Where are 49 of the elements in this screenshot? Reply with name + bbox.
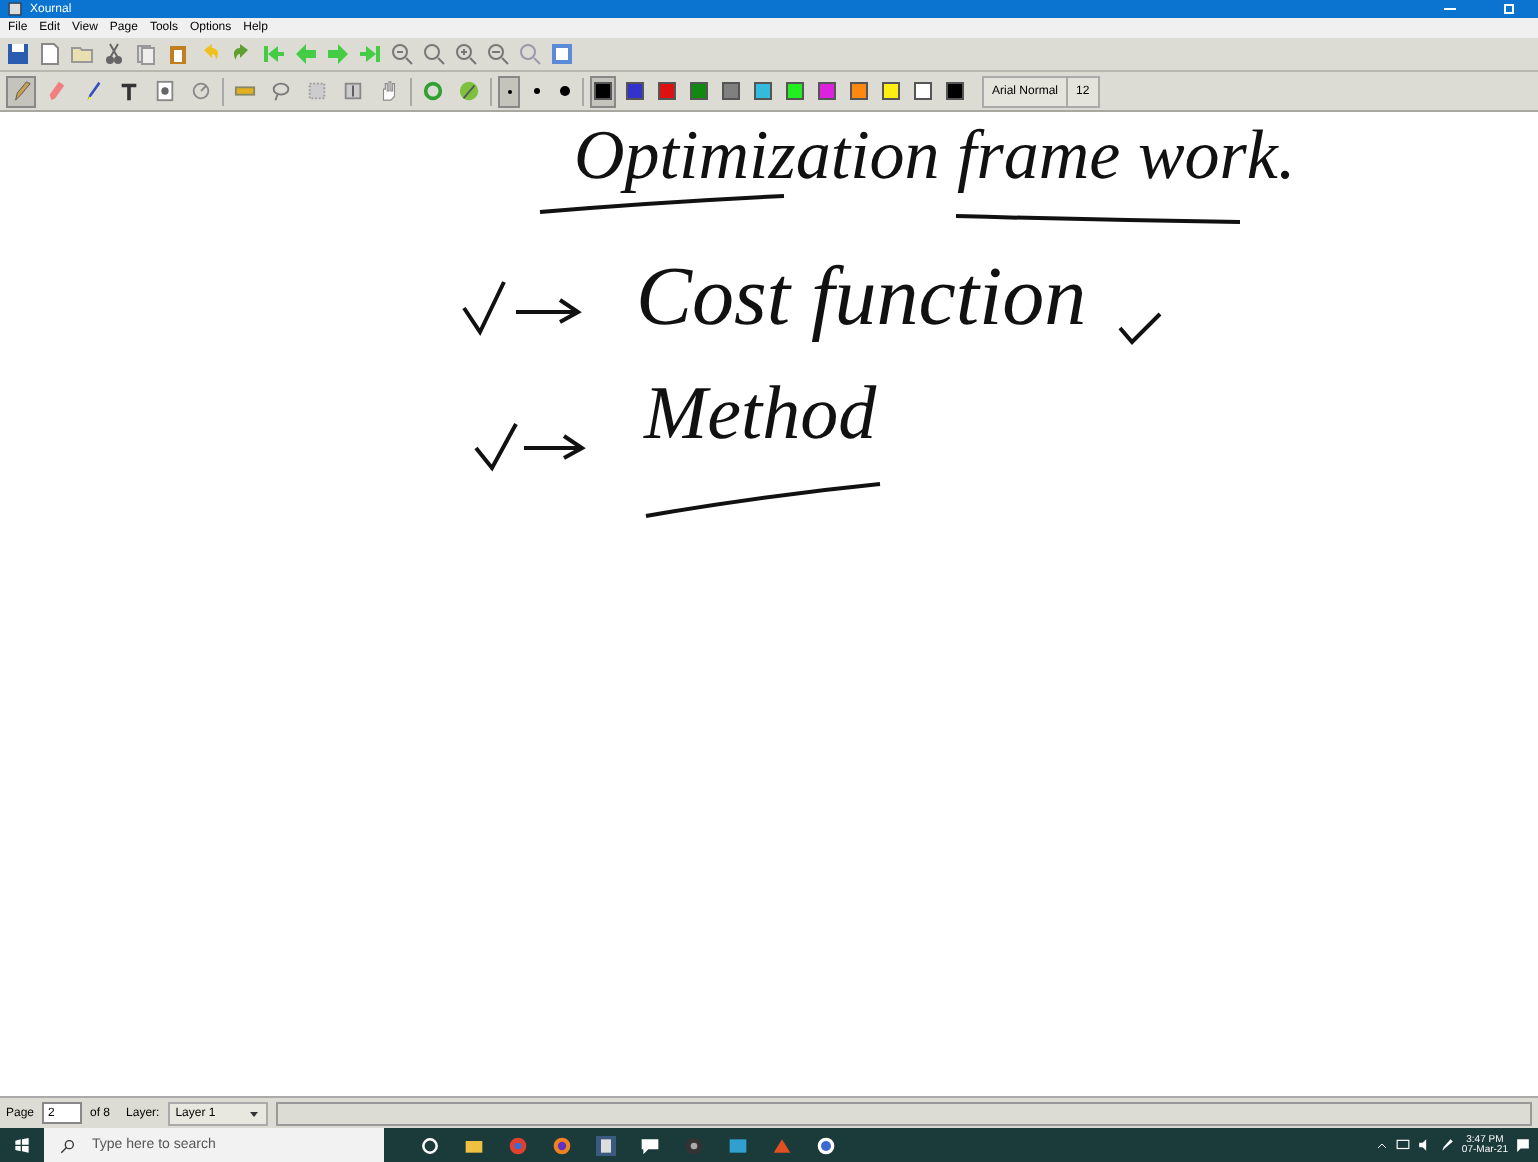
vertical-space-icon	[342, 80, 364, 102]
pencil-icon	[10, 80, 32, 102]
browser-icon[interactable]	[508, 1135, 528, 1155]
app-icon	[8, 2, 22, 16]
window-icon[interactable]	[728, 1135, 748, 1155]
image-icon	[154, 80, 176, 102]
ruler-icon	[234, 80, 256, 102]
chevron-up-icon[interactable]	[1375, 1139, 1388, 1151]
browser-icon[interactable]	[552, 1135, 572, 1155]
handwritten-note: Method	[644, 376, 877, 452]
cut-icon[interactable]	[102, 42, 126, 66]
select-rectangle-icon	[306, 80, 328, 102]
pen-icon[interactable]	[1439, 1138, 1454, 1152]
fullscreen-icon[interactable]	[550, 42, 574, 66]
search-icon	[60, 1137, 76, 1153]
shape-icon	[190, 80, 212, 102]
plot-icon[interactable]	[772, 1135, 792, 1155]
maximize-button[interactable]	[1504, 4, 1514, 14]
pen-icon	[458, 80, 480, 102]
eraser-icon	[46, 80, 68, 102]
camera-icon[interactable]	[684, 1135, 704, 1155]
zoom-width-icon[interactable]	[486, 42, 510, 66]
notification-icon[interactable]	[1516, 1138, 1530, 1152]
zoom-in-icon[interactable]	[454, 42, 478, 66]
notebook-icon[interactable]	[596, 1135, 616, 1155]
caret-icon	[247, 1107, 260, 1119]
lasso-icon	[270, 80, 292, 102]
handwritten-title: Optimization frame work.	[574, 120, 1296, 190]
copy-icon[interactable]	[134, 42, 158, 66]
check-arrow-drawing	[474, 423, 586, 472]
check-mark-icon	[1118, 312, 1162, 345]
folder-icon[interactable]	[464, 1135, 484, 1155]
circle-icon[interactable]	[420, 1135, 440, 1155]
new-page-icon[interactable]	[38, 42, 62, 66]
handwritten-note: Cost function	[636, 256, 1087, 340]
zoom-out-icon[interactable]	[390, 42, 414, 66]
chat-icon[interactable]	[640, 1135, 660, 1155]
hand-icon	[378, 80, 400, 102]
highlighter-icon	[82, 80, 104, 102]
text-icon	[118, 80, 140, 102]
save-icon[interactable]	[6, 42, 30, 66]
windows-icon[interactable]	[14, 1137, 30, 1153]
zoom-icon[interactable]	[422, 42, 446, 66]
speaker-icon[interactable]	[1417, 1138, 1432, 1152]
color-button[interactable]	[590, 75, 616, 107]
globe-icon[interactable]	[816, 1135, 836, 1155]
check-arrow-drawing	[462, 281, 582, 337]
paste-icon[interactable]	[166, 42, 190, 66]
network-icon[interactable]	[1395, 1138, 1410, 1152]
